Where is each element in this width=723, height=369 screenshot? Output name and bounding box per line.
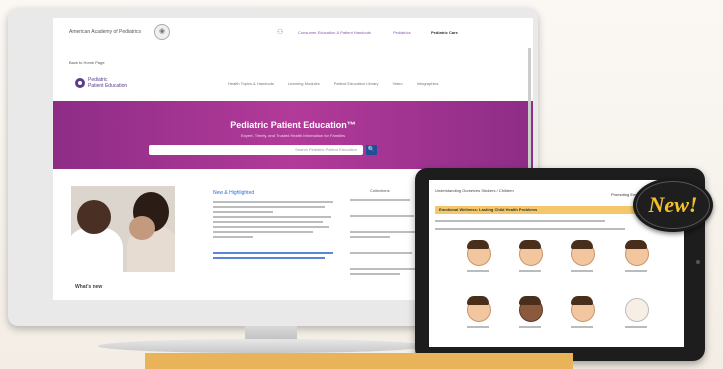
- hair-shape: [571, 296, 593, 305]
- topbar-link-care[interactable]: Pediatric Care: [431, 30, 458, 35]
- sidebar-item[interactable]: [350, 199, 410, 201]
- logo-mark-icon: [75, 78, 85, 88]
- topbar-link-pediatrics[interactable]: Pediatrics: [393, 30, 411, 35]
- new-badge: New!: [633, 178, 713, 232]
- article-link[interactable]: [213, 257, 325, 259]
- nav-item-video[interactable]: Video: [392, 81, 402, 86]
- caption-line: [625, 270, 647, 272]
- child-head: [129, 216, 155, 240]
- collections-heading: Collections: [370, 188, 390, 193]
- caption-line: [571, 270, 593, 272]
- text-line: [213, 221, 323, 223]
- main-nav: Health Topics & Handouts Learning Module…: [228, 81, 438, 86]
- sidebar-item[interactable]: [350, 215, 414, 217]
- site-topbar: American Academy of Pediatrics ◉ ⚇ Consu…: [53, 18, 533, 48]
- caption-line: [625, 326, 647, 328]
- caption-line: [571, 326, 593, 328]
- text-line: [213, 206, 325, 208]
- back-link[interactable]: Back to Home Page: [69, 60, 105, 65]
- text-line: [213, 226, 329, 228]
- tablet-camera: [696, 260, 700, 264]
- article-link[interactable]: [213, 252, 333, 254]
- hair-shape: [467, 240, 489, 249]
- search-button[interactable]: 🔍: [366, 145, 377, 155]
- sidebar-item[interactable]: [350, 252, 412, 254]
- hair-shape: [467, 296, 489, 305]
- search-placeholder: Search Pediatric Patient Education: [295, 147, 357, 152]
- nav-item-infographics[interactable]: Infographics: [417, 81, 439, 86]
- sidebar-item[interactable]: [350, 268, 416, 270]
- text-line: [213, 236, 253, 238]
- sidebar-item[interactable]: [350, 236, 390, 238]
- whats-new-heading: What's new: [75, 284, 103, 290]
- site-logo[interactable]: Pediatric Patient Education: [75, 76, 175, 92]
- doctor-coat: [71, 228, 123, 272]
- new-badge-text: New!: [648, 192, 698, 217]
- scrollbar[interactable]: [528, 48, 531, 168]
- text-line: [213, 201, 333, 203]
- org-name[interactable]: American Academy of Pediatrics: [69, 29, 141, 35]
- tablet-section-label: Emotional Wellness: Lasting Child Health…: [439, 207, 538, 212]
- caption-line: [467, 270, 489, 272]
- nav-item-learning-modules[interactable]: Learning Modules: [288, 81, 320, 86]
- hair-shape: [571, 240, 593, 249]
- article-heading[interactable]: New & Highlighted: [213, 190, 339, 196]
- caption-line: [519, 326, 541, 328]
- topbar-link-education[interactable]: Consumer Education & Patient Handouts: [298, 30, 371, 35]
- caption-line: [519, 270, 541, 272]
- collections-sidebar: Collections: [350, 188, 420, 278]
- tablet-title: Understanding Ourselves Stickers / Child…: [435, 188, 514, 193]
- caption-line: [467, 326, 489, 328]
- doctor-head: [77, 200, 111, 234]
- hero-title: Pediatric Patient Education™: [230, 120, 356, 130]
- emotion-face-icon: [625, 298, 649, 322]
- tablet-section-band: Emotional Wellness: Lasting Child Health…: [435, 206, 653, 214]
- logo-text: Pediatric Patient Education: [88, 77, 127, 89]
- hair-shape: [625, 240, 647, 249]
- search-input[interactable]: Search Pediatric Patient Education: [149, 145, 363, 155]
- hero-banner: Pediatric Patient Education™ Expert, Tim…: [53, 101, 533, 169]
- text-line: [435, 228, 625, 230]
- text-line: [213, 211, 273, 213]
- org-seal-icon: ◉: [154, 24, 170, 40]
- text-line: [435, 220, 605, 222]
- hair-shape: [519, 240, 541, 249]
- nav-item-health-topics[interactable]: Health Topics & Handouts: [228, 81, 274, 86]
- monitor-base: [98, 339, 428, 353]
- sidebar-item[interactable]: [350, 231, 416, 233]
- hero-subtitle: Expert, Timely, and Trusted Health Infor…: [241, 133, 345, 138]
- sidebar-item[interactable]: [350, 273, 400, 275]
- nav-item-library[interactable]: Patient Education Library: [334, 81, 379, 86]
- hero-photo: [71, 186, 175, 272]
- user-icon[interactable]: ⚇: [277, 28, 283, 36]
- promo-banner: [145, 353, 573, 369]
- text-line: [213, 216, 331, 218]
- article-column: New & Highlighted: [213, 190, 339, 262]
- text-line: [213, 231, 313, 233]
- logo-line2: Patient Education: [88, 83, 128, 89]
- hair-shape: [519, 296, 541, 305]
